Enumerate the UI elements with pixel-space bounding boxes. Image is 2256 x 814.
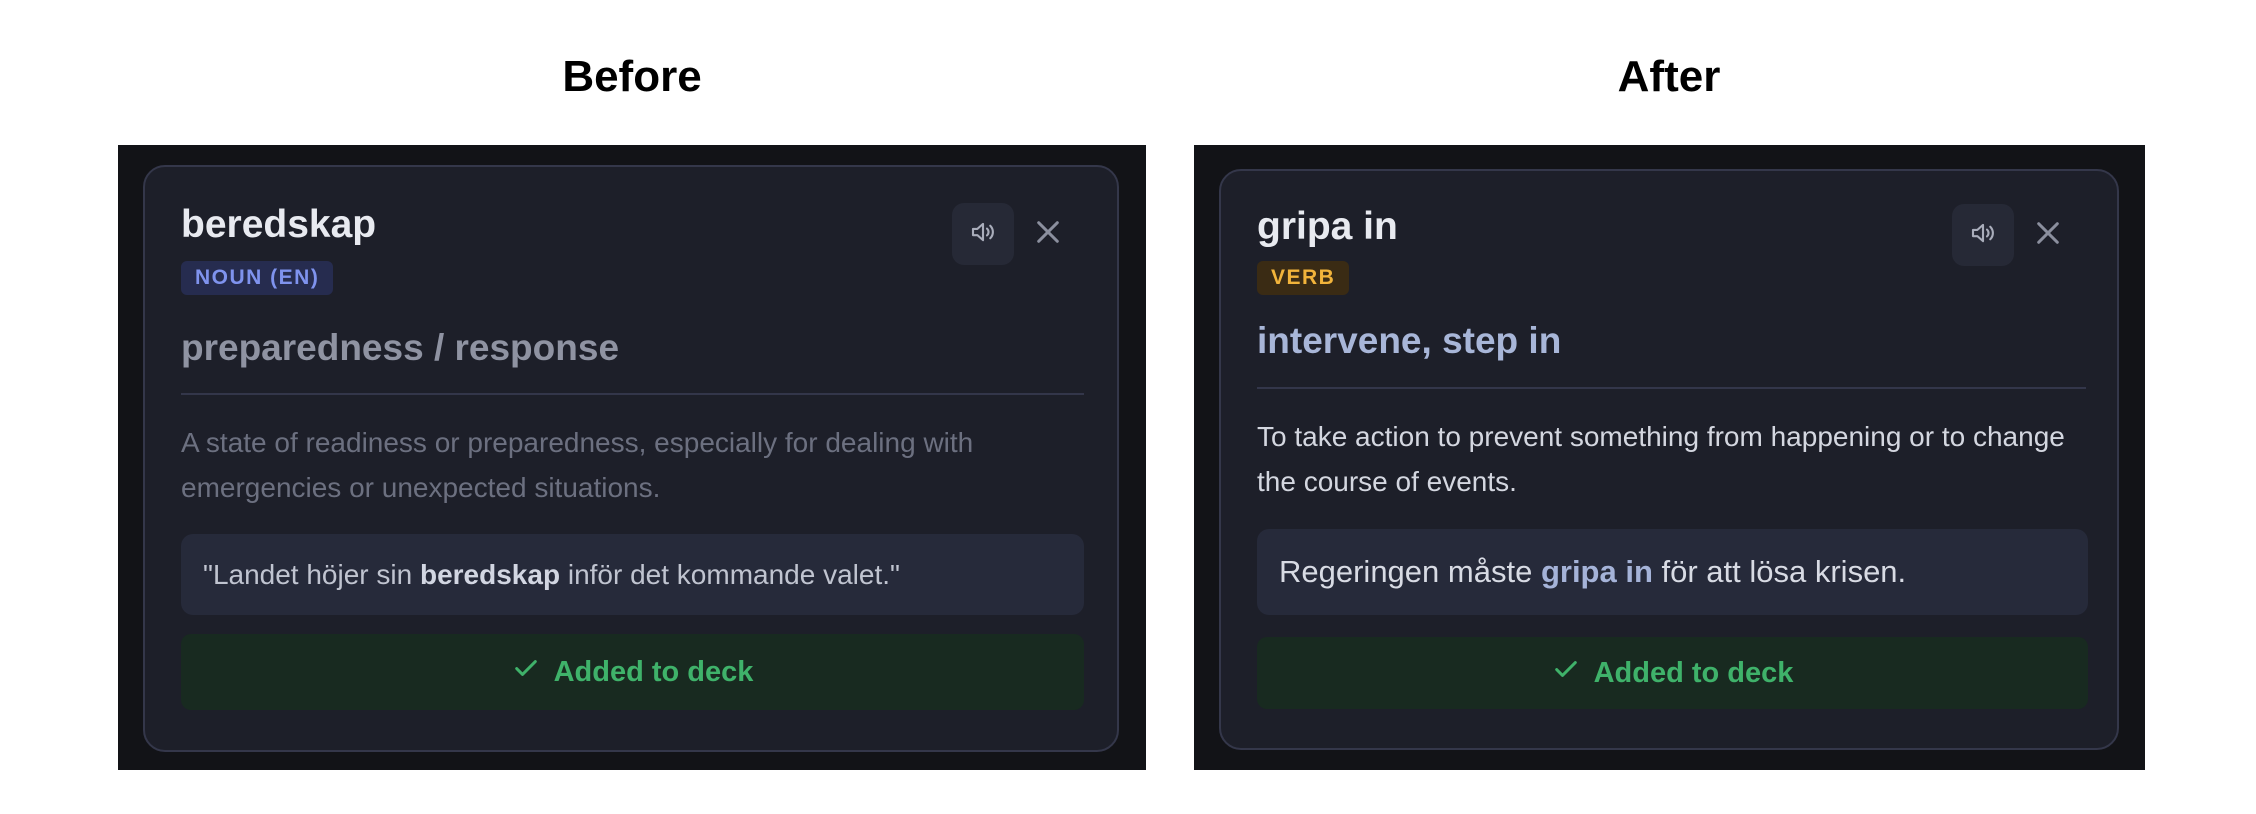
checkmark-icon: [1552, 655, 1580, 691]
speaker-icon: [1968, 218, 1998, 253]
definition-text: A state of readiness or preparedness, es…: [181, 427, 974, 503]
example-highlight: gripa in: [1540, 554, 1653, 589]
word-title: beredskap: [181, 203, 377, 246]
close-button[interactable]: [2028, 215, 2068, 255]
part-of-speech-badge: VERB: [1257, 261, 1350, 295]
example-suffix: för att lösa krisen.: [1652, 554, 1907, 589]
example-prefix: "Landet höjer sin: [203, 558, 420, 590]
close-icon: [2032, 217, 2064, 254]
example-sentence: Regeringen måste gripa in för att lösa k…: [1257, 529, 2088, 615]
added-to-deck-button[interactable]: Added to deck: [1257, 637, 2088, 709]
before-screenshot: beredskap NOUN (EN) preparedness / respo…: [118, 145, 1146, 770]
after-screenshot: gripa in VERB intervene, step in To take…: [1194, 145, 2145, 770]
added-label: Added to deck: [1593, 656, 1794, 689]
example-highlight: beredskap: [419, 558, 561, 590]
word-title: gripa in: [1257, 205, 1398, 248]
added-to-deck-button[interactable]: Added to deck: [181, 634, 1084, 710]
speaker-icon: [968, 217, 998, 252]
close-button[interactable]: [1028, 214, 1068, 254]
added-label: Added to deck: [553, 655, 754, 688]
translation-text: preparedness / response: [181, 327, 620, 368]
example-sentence: "Landet höjer sin beredskap inför det ko…: [181, 534, 1084, 615]
after-heading: After: [1617, 52, 1721, 101]
close-icon: [1032, 216, 1064, 253]
translation-text: intervene, step in: [1257, 320, 1562, 361]
part-of-speech-badge: NOUN (EN): [181, 261, 334, 295]
divider: [181, 393, 1084, 395]
before-heading: Before: [562, 52, 702, 101]
pronounce-button[interactable]: [952, 203, 1014, 265]
word-card: gripa in VERB intervene, step in To take…: [1219, 169, 2119, 750]
example-suffix: inför det kommande valet.": [560, 558, 900, 590]
word-card: beredskap NOUN (EN) preparedness / respo…: [143, 165, 1119, 752]
checkmark-icon: [512, 654, 540, 690]
divider: [1257, 387, 2086, 389]
comparison-stage: Before After beredskap NOUN (EN) prepare…: [0, 0, 2256, 814]
example-prefix: Regeringen måste: [1279, 554, 1541, 589]
pronounce-button[interactable]: [1952, 204, 2014, 266]
definition-text: To take action to prevent something from…: [1257, 421, 2065, 497]
